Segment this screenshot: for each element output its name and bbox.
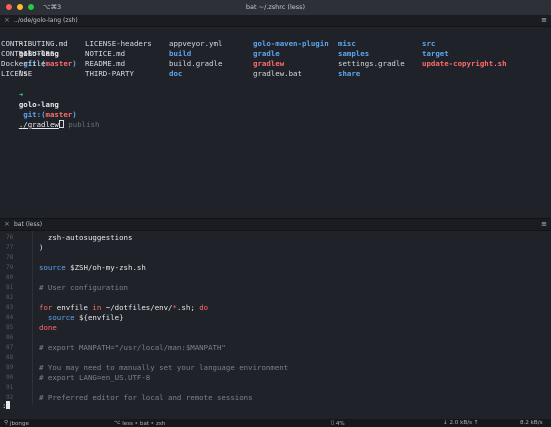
code-line: done bbox=[39, 323, 57, 332]
line-number: 88 bbox=[6, 354, 14, 361]
pane-header-top[interactable]: × ../ode/golo-lang (zsh) ≡ bbox=[0, 15, 551, 27]
line-number: 89 bbox=[6, 364, 14, 371]
code-line: # export LANG=en_US.UTF-8 bbox=[39, 373, 151, 382]
prompt-branch: master bbox=[45, 59, 73, 68]
ls-entry: golo-maven-plugin bbox=[253, 39, 329, 48]
close-pane-icon[interactable]: × bbox=[4, 220, 10, 228]
ls-entry: settings.gradle bbox=[338, 59, 405, 68]
status-process: ⌥ less ‣ bat ‣ zsh bbox=[114, 420, 166, 427]
line-number: 91 bbox=[6, 384, 14, 391]
gutter-separator bbox=[32, 231, 33, 405]
autosuggestion: publish bbox=[63, 120, 100, 129]
window-titlebar: ⌥⌘3 bat ~/.zshrc (less) bbox=[0, 0, 551, 15]
status-memory: ▯ 4% bbox=[331, 420, 345, 427]
status-user: ⚲ jbonge bbox=[4, 420, 29, 427]
prompt-arrow-icon: ➜ bbox=[18, 90, 28, 99]
line-number: 80 bbox=[6, 274, 14, 281]
ls-entry: LICENSE bbox=[1, 69, 33, 78]
close-pane-icon[interactable]: × bbox=[4, 16, 10, 24]
line-number: 84 bbox=[6, 314, 14, 321]
prompt-line-1: ➜ golo-lang git:(master) ls bbox=[18, 39, 77, 78]
ls-entry: update-copyright.sh bbox=[422, 59, 507, 68]
ls-entry: NOTICE.md bbox=[85, 49, 126, 58]
status-network: ↓ 2.0 kB/s ↑ bbox=[443, 420, 479, 426]
line-number: 77 bbox=[6, 244, 14, 251]
terminal-pane-top[interactable]: ➜ golo-lang git:(master) ls CONTRIBUTING… bbox=[0, 27, 551, 218]
pane-menu-icon[interactable]: ≡ bbox=[541, 16, 547, 24]
line-number: 79 bbox=[6, 264, 14, 271]
ls-entry: misc bbox=[338, 39, 356, 48]
ls-entry: THIRD-PARTY bbox=[85, 69, 134, 78]
line-number: 83 bbox=[6, 304, 14, 311]
ls-entry: build bbox=[169, 49, 192, 58]
code-line: # User configuration bbox=[39, 283, 128, 292]
prompt-dir: golo-lang bbox=[18, 100, 59, 109]
prompt-line-2[interactable]: ➜ golo-lang git:(master) ./gradlew publi… bbox=[1, 80, 100, 129]
line-number: 85 bbox=[6, 324, 14, 331]
ls-entry: share bbox=[338, 69, 361, 78]
ls-entry: CONTRIBUTING.md bbox=[1, 39, 68, 48]
code-line: for envfile in ~/dotfiles/env/*.sh; do bbox=[39, 303, 209, 312]
ls-entry: gradlew bbox=[253, 59, 285, 68]
code-line: source $ZSH/oh-my-zsh.sh bbox=[39, 263, 146, 272]
pane-menu-icon[interactable]: ≡ bbox=[541, 220, 547, 228]
line-number: 90 bbox=[6, 374, 14, 381]
ls-entry: build.gradle bbox=[169, 59, 223, 68]
terminal-pane-bottom[interactable]: 76 77 78 79 80 81 82 83 84 85 86 87 88 89 90 91 92 zsh-a… bbox=[0, 231, 551, 416]
line-number: 78 bbox=[6, 254, 14, 261]
ls-entry: gradlew.bat bbox=[253, 69, 302, 78]
ls-entry: CONTRIBUTORS bbox=[1, 49, 55, 58]
ls-entry: doc bbox=[169, 69, 183, 78]
code-line: # You may need to manually set your lang… bbox=[39, 363, 289, 372]
code-line: source ${envfile} bbox=[39, 313, 124, 322]
code-line: # Preferred editor for local and remote … bbox=[39, 393, 253, 402]
ls-entry: LICENSE-headers bbox=[85, 39, 152, 48]
line-number: 82 bbox=[6, 294, 14, 301]
status-bar: ⚲ jbonge ⌥ less ‣ bat ‣ zsh ▯ 4% ↓ 2.0 k… bbox=[0, 419, 551, 427]
line-number-gutter: 76 77 78 79 80 81 82 83 84 85 86 87 88 89 90 91 92 bbox=[0, 231, 32, 416]
ls-entry: appveyor.yml bbox=[169, 39, 223, 48]
ls-entry: README.md bbox=[85, 59, 126, 68]
code-line: zsh-autosuggestions bbox=[39, 233, 133, 242]
ls-entry: Dockerfile bbox=[1, 59, 46, 68]
line-number: 87 bbox=[6, 344, 14, 351]
ls-entry: samples bbox=[338, 49, 370, 58]
command-input[interactable]: ./gradlew bbox=[19, 120, 59, 129]
prompt-branch: master bbox=[45, 110, 73, 119]
line-number: 86 bbox=[6, 334, 14, 341]
pane-title: bat (less) bbox=[14, 221, 43, 228]
line-number: 76 bbox=[6, 234, 14, 241]
less-prompt[interactable]: : bbox=[2, 401, 11, 411]
line-number: 81 bbox=[6, 284, 14, 291]
status-upload: 8.2 kB/s bbox=[520, 420, 543, 426]
window-title: bat ~/.zshrc (less) bbox=[245, 3, 306, 11]
ls-entry: gradle bbox=[253, 49, 280, 58]
pane-title: ../ode/golo-lang (zsh) bbox=[14, 17, 78, 24]
ls-entry: src bbox=[422, 39, 436, 48]
pane-header-bottom[interactable]: × bat (less) ≡ bbox=[0, 219, 551, 231]
ls-entry: target bbox=[422, 49, 449, 58]
code-line: ) bbox=[39, 243, 44, 252]
text-cursor bbox=[6, 401, 11, 409]
code-line: # export MANPATH="/usr/local/man:$MANPAT… bbox=[39, 343, 226, 352]
